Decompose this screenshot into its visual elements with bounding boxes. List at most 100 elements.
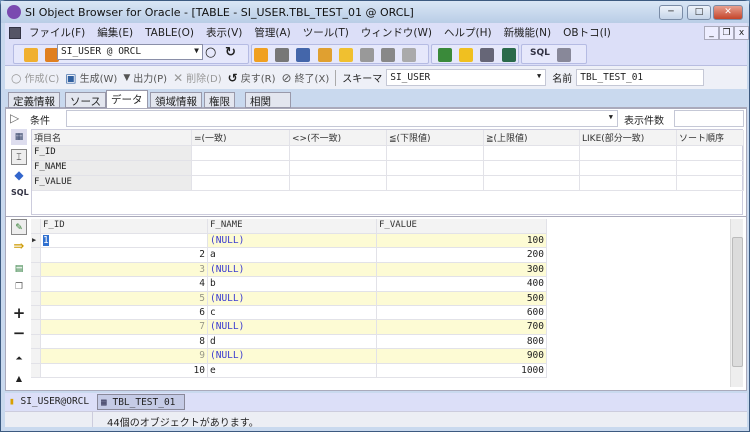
- condition-cell[interactable]: [290, 146, 387, 161]
- grid-cell-f-name[interactable]: e: [208, 363, 377, 378]
- grid-cell-f-id[interactable]: 2: [41, 248, 208, 263]
- condition-cell[interactable]: [677, 161, 744, 176]
- table-icon[interactable]: [381, 48, 396, 62]
- grid-cell-f-id[interactable]: 10: [41, 363, 208, 378]
- connection-select[interactable]: SI_USER @ ORCL ▼: [57, 44, 203, 60]
- sql-list-icon[interactable]: [480, 48, 495, 62]
- grid-cell-f-name[interactable]: (NULL): [208, 320, 377, 335]
- vertical-scrollbar[interactable]: [730, 219, 743, 387]
- compare-icon[interactable]: [438, 48, 452, 62]
- tab-data[interactable]: データ: [106, 90, 148, 109]
- row-indicator[interactable]: [31, 334, 41, 350]
- edit-pencil-icon[interactable]: ✎: [11, 219, 27, 235]
- grid-cell-f-value[interactable]: 400: [377, 277, 547, 292]
- tab-storage[interactable]: 領域情報: [150, 92, 202, 108]
- minimize-button[interactable]: ─: [659, 5, 683, 20]
- condition-cell[interactable]: [484, 161, 580, 176]
- menu-tools[interactable]: ツール(T): [303, 25, 349, 40]
- menu-new-features[interactable]: 新機能(N): [504, 25, 552, 40]
- condition-cell[interactable]: [580, 161, 677, 176]
- exit-button[interactable]: ⊘ 終了(X): [282, 70, 330, 86]
- condition-cell[interactable]: [677, 146, 744, 161]
- first-row-icon[interactable]: ⏶: [11, 351, 27, 367]
- doc-tab-connection[interactable]: ▮ SI_USER@ORCL: [9, 396, 89, 407]
- condition-cell[interactable]: [290, 161, 387, 176]
- row-indicator[interactable]: ▶: [31, 234, 41, 249]
- grid-cell-f-value[interactable]: 1000: [377, 363, 547, 378]
- menu-manage[interactable]: 管理(A): [254, 25, 290, 40]
- display-count-field[interactable]: [674, 110, 744, 127]
- tab-relations[interactable]: 相関: [245, 92, 291, 108]
- grid-cell-f-name[interactable]: d: [208, 334, 377, 350]
- copy-icon[interactable]: [402, 48, 417, 62]
- user-icon[interactable]: [254, 48, 268, 62]
- grid-cell-f-value[interactable]: 200: [377, 248, 547, 263]
- condition-cell[interactable]: [192, 146, 290, 161]
- name-field[interactable]: TBL_TEST_01: [576, 69, 705, 86]
- menu-window[interactable]: ウィンドウ(W): [361, 25, 432, 40]
- condition-cell[interactable]: [484, 176, 580, 191]
- menu-view[interactable]: 表示(V): [206, 25, 242, 40]
- tab-privileges[interactable]: 権限: [204, 92, 235, 108]
- grid-cell-f-id[interactable]: 8: [41, 334, 208, 350]
- eraser-icon[interactable]: ◆: [11, 167, 27, 183]
- mdi-close-button[interactable]: x: [734, 26, 749, 40]
- delete-button[interactable]: ✕ 削除(D): [173, 70, 222, 86]
- fit-rows-icon[interactable]: ⌶: [11, 149, 27, 165]
- grid-cell-f-id[interactable]: 9: [41, 349, 208, 364]
- database-icon[interactable]: [275, 48, 290, 62]
- grid-cell-f-name[interactable]: (NULL): [208, 349, 377, 364]
- add-row-icon[interactable]: +: [11, 305, 27, 321]
- grid-cell-f-id[interactable]: 1: [41, 234, 208, 249]
- row-indicator[interactable]: [31, 277, 41, 292]
- mdi-restore-button[interactable]: ❐: [719, 26, 734, 40]
- column-header-f-value[interactable]: F_VALUE: [377, 219, 547, 234]
- tab-definition[interactable]: 定義情報: [8, 92, 60, 108]
- maximize-button[interactable]: □: [687, 5, 711, 20]
- grid-cell-f-value[interactable]: 300: [377, 262, 547, 278]
- condition-cell[interactable]: [580, 176, 677, 191]
- mdi-minimize-button[interactable]: _: [704, 26, 719, 40]
- column-header-f-id[interactable]: F_ID: [41, 219, 208, 234]
- grid-cell-f-name[interactable]: b: [208, 277, 377, 292]
- grid-cell-f-value[interactable]: 900: [377, 349, 547, 364]
- sql-icon[interactable]: SQL: [11, 185, 29, 201]
- schema-select[interactable]: SI_USER ▼: [386, 69, 547, 86]
- refresh-icon[interactable]: ↻: [225, 45, 236, 60]
- row-indicator[interactable]: [31, 262, 41, 278]
- grid-cell-f-name[interactable]: a: [208, 248, 377, 263]
- condition-cell[interactable]: [580, 146, 677, 161]
- copy-icon[interactable]: ❐: [11, 279, 27, 295]
- output-button[interactable]: ▼ 出力(P): [123, 70, 167, 86]
- condition-cell[interactable]: [192, 161, 290, 176]
- condition-cell[interactable]: [387, 161, 484, 176]
- connect-icon[interactable]: [24, 48, 38, 62]
- row-indicator[interactable]: [31, 363, 41, 378]
- condition-cell[interactable]: [387, 176, 484, 191]
- generate-button[interactable]: ▣ 生成(W): [65, 70, 117, 86]
- export-icon[interactable]: [501, 48, 516, 62]
- expand-icon[interactable]: ▷: [10, 111, 19, 125]
- computer-icon[interactable]: [296, 48, 311, 62]
- grid-cell-f-id[interactable]: 6: [41, 306, 208, 321]
- commit-icon[interactable]: ⇛: [11, 239, 27, 255]
- object-icon[interactable]: [359, 48, 374, 62]
- grid-cell-f-name[interactable]: (NULL): [208, 291, 377, 306]
- circle-icon[interactable]: ○: [205, 45, 216, 60]
- row-indicator[interactable]: [31, 248, 41, 263]
- grid-cell-f-id[interactable]: 3: [41, 262, 208, 278]
- doc-tab-table[interactable]: ▦ TBL_TEST_01: [97, 394, 185, 410]
- key-icon[interactable]: [459, 48, 474, 62]
- lock-icon[interactable]: [317, 48, 332, 62]
- grid-cell-f-value[interactable]: 600: [377, 306, 547, 321]
- create-button[interactable]: ○ 作成(C): [11, 70, 59, 86]
- grid-cell-f-value[interactable]: 100: [377, 234, 547, 249]
- sql-edit-icon[interactable]: [557, 48, 572, 62]
- menu-table[interactable]: TABLE(O): [145, 27, 194, 39]
- grid-icon[interactable]: ▦: [11, 129, 27, 145]
- grid-cell-f-name[interactable]: c: [208, 306, 377, 321]
- menu-obtoko[interactable]: OBトコ(I): [563, 25, 611, 40]
- column-header-f-name[interactable]: F_NAME: [208, 219, 377, 234]
- menu-help[interactable]: ヘルプ(H): [444, 25, 492, 40]
- grid-cell-f-id[interactable]: 4: [41, 277, 208, 292]
